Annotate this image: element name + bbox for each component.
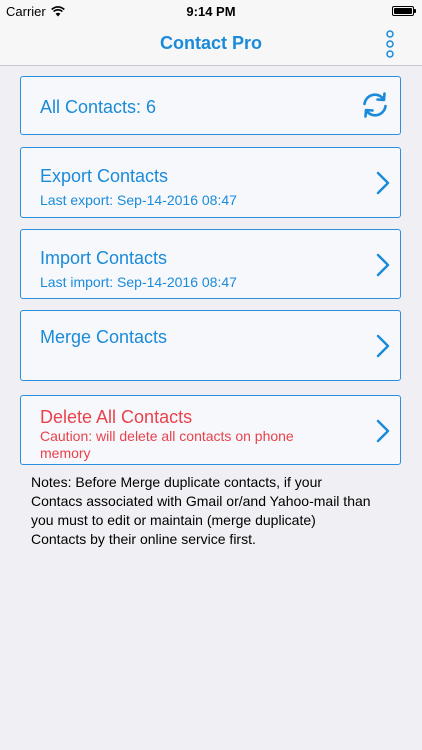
page-title: Contact Pro: [159, 33, 262, 53]
last-import-text: Last import: Sep-14-2016 08:47: [40, 274, 237, 290]
notes-line-1: Notes: Before Merge duplicate contacts, …: [31, 474, 323, 490]
delete-caution-text-line1: Caution: will delete all contacts on pho…: [40, 428, 294, 444]
merge-contacts-label: Merge Contacts: [40, 327, 168, 347]
all-contacts-card[interactable]: All Contacts: 6: [20, 76, 401, 135]
export-contacts-button[interactable]: Export Contacts Last export: Sep-14-2016…: [20, 147, 401, 218]
import-contacts-button[interactable]: Import Contacts Last import: Sep-14-2016…: [20, 229, 401, 299]
export-contacts-label: Export Contacts: [40, 166, 169, 186]
import-contacts-label: Import Contacts: [40, 248, 168, 268]
notes-line-4: Contacts by their online service first.: [31, 531, 256, 547]
notes-line-2: Contacs associated with Gmail or/and Yah…: [31, 493, 371, 509]
delete-all-contacts-label: Delete All Contacts: [40, 407, 193, 427]
delete-caution-text-line2: memory: [40, 445, 91, 461]
chevron-right-icon: [376, 419, 390, 443]
chevron-right-icon: [376, 253, 390, 277]
chevron-right-icon: [376, 334, 390, 358]
notes-line-3: you must to edit or maintain (merge dupl…: [31, 512, 316, 528]
last-export-text: Last export: Sep-14-2016 08:47: [40, 192, 237, 208]
refresh-icon[interactable]: [360, 90, 390, 120]
delete-all-contacts-button[interactable]: Delete All Contacts Caution: will delete…: [20, 395, 401, 465]
battery-icon: [392, 6, 416, 16]
battery-level: [394, 8, 412, 14]
navigation-bar: Contact Pro: [0, 22, 422, 66]
chevron-right-icon: [376, 171, 390, 195]
status-bar: Carrier 9:14 PM: [0, 0, 422, 22]
merge-contacts-button[interactable]: Merge Contacts: [20, 310, 401, 381]
clock: 9:14 PM: [186, 4, 236, 19]
merge-notes: Notes: Before Merge duplicate contacts, …: [31, 473, 403, 549]
vertical-dots-icon[interactable]: [384, 30, 396, 58]
all-contacts-label: All Contacts: 6: [40, 97, 157, 117]
